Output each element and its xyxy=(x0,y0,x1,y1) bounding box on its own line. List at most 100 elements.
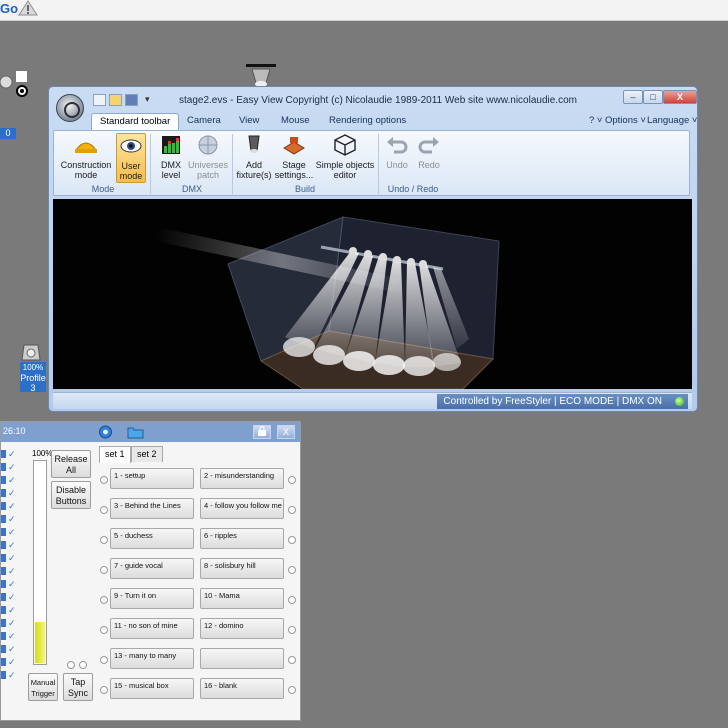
group-separator xyxy=(150,134,151,194)
close-button[interactable]: X xyxy=(663,90,697,104)
sequence-radio[interactable] xyxy=(100,656,108,664)
sequence-button[interactable]: 11 - no son of mine xyxy=(110,618,194,639)
sequence-radio[interactable] xyxy=(288,566,296,574)
redo-button[interactable]: Redo xyxy=(414,133,444,183)
simple-objects-editor-button[interactable]: Simple objects editor xyxy=(314,133,376,183)
dmx-level-button[interactable]: DMX level xyxy=(154,133,188,183)
channel-row[interactable]: ✓ xyxy=(1,657,19,667)
disable-buttons-button[interactable]: Disable Buttons xyxy=(51,481,91,509)
save-icon[interactable] xyxy=(125,94,138,106)
channel-row[interactable]: ✓ xyxy=(1,644,19,654)
channel-row[interactable]: ✓ xyxy=(1,631,19,641)
tab-mouse[interactable]: Mouse xyxy=(273,113,318,130)
channel-row[interactable]: ✓ xyxy=(1,488,19,498)
go-label[interactable]: Go xyxy=(0,1,18,16)
manual-trigger-button[interactable]: Manual Trigger xyxy=(28,673,58,701)
sequence-radio[interactable] xyxy=(100,596,108,604)
sequence-radio[interactable] xyxy=(288,506,296,514)
channel-row[interactable]: ✓ xyxy=(1,579,19,589)
tap-sync-button[interactable]: Tap Sync xyxy=(63,673,93,701)
add-fixture-button[interactable]: Add fixture(s) xyxy=(234,133,274,183)
language-menu[interactable]: Language ˅ xyxy=(647,115,697,126)
sequence-button[interactable]: 10 - Mama xyxy=(200,588,284,609)
panel-close-button[interactable]: X xyxy=(277,425,295,439)
sequence-radio[interactable] xyxy=(100,476,108,484)
sequence-button[interactable]: 6 - ripples xyxy=(200,528,284,549)
channel-row[interactable]: ✓ xyxy=(1,475,19,485)
new-file-icon[interactable] xyxy=(93,94,106,106)
sequence-radio[interactable] xyxy=(100,566,108,574)
channel-row[interactable]: ✓ xyxy=(1,553,19,563)
sequence-button[interactable]: 9 - Turn it on xyxy=(110,588,194,609)
universes-patch-label-1: Universes xyxy=(188,160,229,170)
channel-row[interactable]: ✓ xyxy=(1,618,19,628)
options-menu[interactable]: Options ˅ xyxy=(605,115,646,126)
open-folder-icon[interactable] xyxy=(109,94,122,106)
tab-view[interactable]: View xyxy=(231,113,267,130)
channel-row[interactable]: ✓ xyxy=(1,592,19,602)
sequence-button[interactable]: 13 - many to many xyxy=(110,648,194,669)
sequence-radio[interactable] xyxy=(288,536,296,544)
sequence-button[interactable]: 3 - Behind the Lines xyxy=(110,498,194,519)
check-icon: ✓ xyxy=(8,566,16,576)
fixture-icon[interactable] xyxy=(0,68,30,100)
redo-icon xyxy=(418,137,439,154)
sequence-radio[interactable] xyxy=(100,686,108,694)
sequence-button[interactable]: 12 - domino xyxy=(200,618,284,639)
construction-mode-label-1: Construction xyxy=(60,160,112,170)
check-icon: ✓ xyxy=(8,579,16,589)
channel-marker xyxy=(1,489,6,497)
minimize-button[interactable]: – xyxy=(623,90,643,104)
tab-standard-toolbar[interactable]: Standard toolbar xyxy=(91,113,180,130)
settings-gear-icon[interactable] xyxy=(97,424,114,440)
channel-row[interactable]: ✓ xyxy=(1,540,19,550)
tab-set-2[interactable]: set 2 xyxy=(131,446,163,462)
sequence-radio[interactable] xyxy=(100,536,108,544)
undo-button[interactable]: Undo xyxy=(382,133,412,183)
channel-row[interactable]: ✓ xyxy=(1,605,19,615)
sequence-radio[interactable] xyxy=(288,596,296,604)
check-icon: ✓ xyxy=(8,631,16,641)
channel-row[interactable]: ✓ xyxy=(1,514,19,524)
help-menu[interactable]: ? ˅ xyxy=(589,115,602,126)
sequence-button[interactable]: 5 - duchess xyxy=(110,528,194,549)
quick-access-dropdown-icon[interactable]: ▾ xyxy=(145,94,158,106)
channel-row[interactable]: ✓ xyxy=(1,501,19,511)
sequence-radio[interactable] xyxy=(288,626,296,634)
lock-button[interactable] xyxy=(253,425,271,439)
maximize-button[interactable]: □ xyxy=(643,90,663,104)
sequence-button[interactable] xyxy=(200,648,284,669)
warning-icon[interactable] xyxy=(18,0,38,16)
channel-row[interactable]: ✓ xyxy=(1,670,19,680)
stage-settings-button[interactable]: Stage settings... xyxy=(274,133,314,183)
tab-camera[interactable]: Camera xyxy=(179,113,229,130)
channel-row[interactable]: ✓ xyxy=(1,449,19,459)
channel-tag[interactable]: 0 xyxy=(0,128,16,139)
profile-badge[interactable]: 100% Profile 3 xyxy=(20,362,46,393)
3d-viewport[interactable] xyxy=(53,199,692,389)
master-fader[interactable] xyxy=(33,460,47,665)
sequence-button[interactable]: 7 - guide vocal xyxy=(110,558,194,579)
sequence-button[interactable]: 8 - solisbury hill xyxy=(200,558,284,579)
universes-patch-button[interactable]: Universes patch xyxy=(188,133,228,183)
sequence-radio[interactable] xyxy=(288,686,296,694)
sequence-button[interactable]: 4 - follow you follow me xyxy=(200,498,284,519)
dmx-status-led-icon xyxy=(675,397,684,406)
sequence-radio[interactable] xyxy=(100,506,108,514)
tab-rendering-options[interactable]: Rendering options xyxy=(321,113,414,130)
release-all-button[interactable]: Release All xyxy=(51,450,91,478)
channel-row[interactable]: ✓ xyxy=(1,462,19,472)
sequence-button[interactable]: 16 - blank xyxy=(200,678,284,699)
sequence-button[interactable]: 2 - misunderstanding xyxy=(200,468,284,489)
sequence-button[interactable]: 15 - musical box xyxy=(110,678,194,699)
channel-row[interactable]: ✓ xyxy=(1,566,19,576)
channel-row[interactable]: ✓ xyxy=(1,527,19,537)
sequence-radio[interactable] xyxy=(100,626,108,634)
sequence-radio[interactable] xyxy=(288,656,296,664)
construction-mode-button[interactable]: Construction mode xyxy=(58,133,114,183)
sequence-radio[interactable] xyxy=(288,476,296,484)
open-folder-icon[interactable] xyxy=(127,424,144,440)
tab-set-1[interactable]: set 1 xyxy=(99,446,131,463)
user-mode-button[interactable]: User mode xyxy=(116,133,146,183)
sequence-button[interactable]: 1 - settup xyxy=(110,468,194,489)
